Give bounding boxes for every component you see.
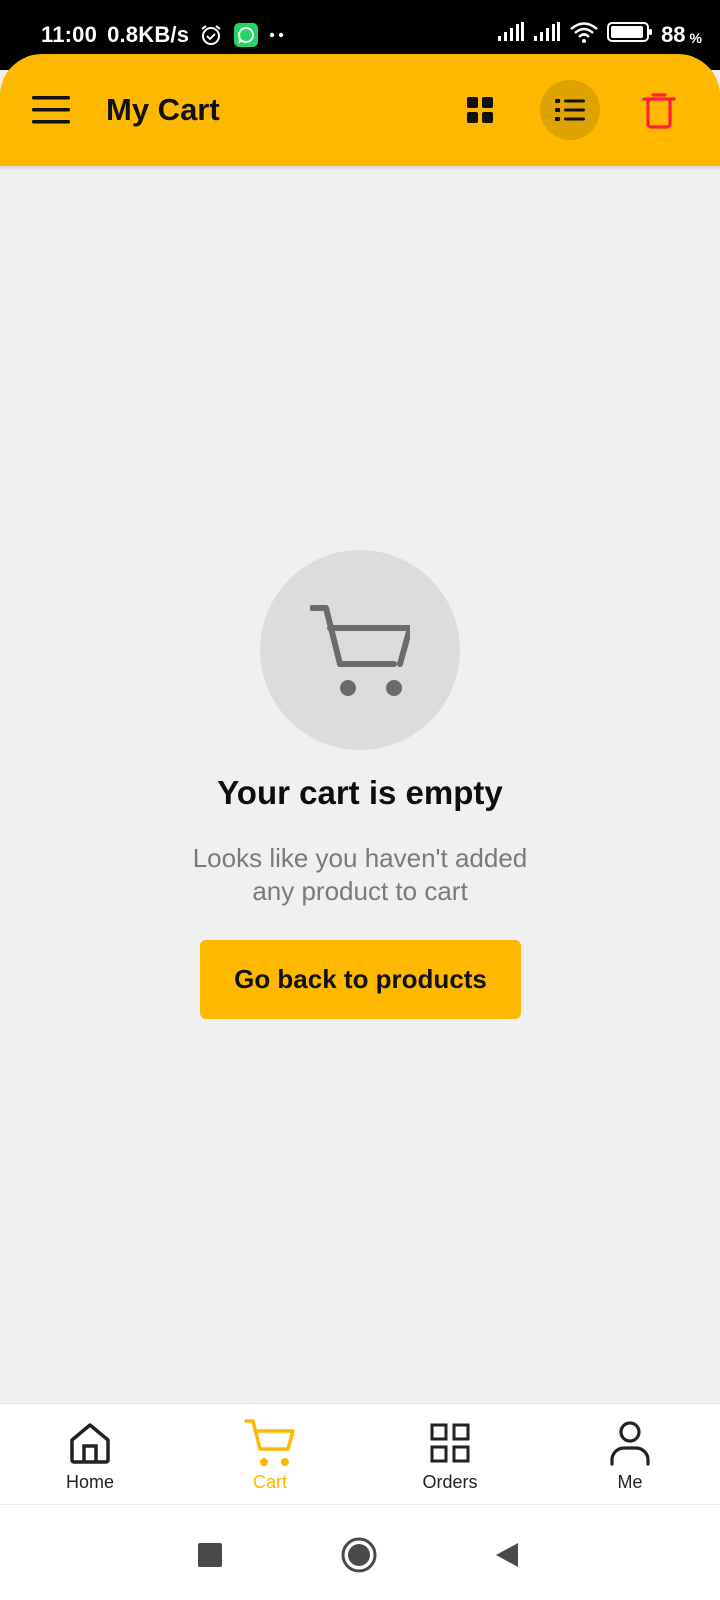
recents-icon: [198, 1543, 222, 1567]
empty-cart-subtitle-line2: any product to cart: [252, 876, 468, 906]
status-speed: 0.8KB/s: [107, 22, 190, 47]
person-icon: [610, 1421, 650, 1466]
system-home-button[interactable]: [339, 1535, 379, 1575]
shopping-cart-icon: [310, 605, 410, 696]
list-view-button[interactable]: [540, 80, 600, 140]
menu-icon: [32, 96, 70, 124]
cart-screen: 11:00 0.8KB/s 88 % My Cart Your cart is …: [0, 0, 720, 1600]
empty-cart-subtitle-line1: Looks like you haven't added: [192, 843, 528, 873]
status-right: 88 %: [497, 20, 702, 50]
system-back-button[interactable]: [487, 1535, 527, 1575]
battery-percent-suffix: %: [689, 30, 702, 46]
nav-label-orders: Orders: [422, 1472, 478, 1492]
whatsapp-icon: [233, 22, 259, 48]
clear-cart-button[interactable]: [637, 88, 681, 132]
nav-item-orders[interactable]: Orders: [390, 1416, 510, 1496]
cart-icon: [244, 1419, 295, 1466]
grid-view-button[interactable]: [458, 90, 502, 130]
battery-icon: [607, 21, 653, 49]
nav-label-home: Home: [65, 1472, 114, 1492]
signal-icon: [497, 22, 525, 48]
home-icon: [70, 1423, 110, 1464]
empty-cart-title: Your cart is empty: [217, 774, 503, 811]
empty-cart-subtitle: Looks like you haven't added any product…: [160, 842, 560, 908]
nav-item-me[interactable]: Me: [570, 1416, 690, 1496]
nav-item-cart[interactable]: Cart: [210, 1416, 330, 1496]
status-time: 11:00: [41, 22, 98, 47]
go-back-to-products-button[interactable]: Go back to products: [200, 940, 521, 1019]
grid-view-icon: [467, 97, 493, 123]
app-bar: My Cart: [0, 54, 720, 166]
system-navigation-bar: [0, 1504, 720, 1600]
signal-icon: [533, 22, 561, 48]
empty-cart-illustration: [260, 550, 460, 750]
trash-icon: [642, 93, 676, 129]
home-circle-icon: [341, 1537, 377, 1573]
back-icon: [496, 1543, 518, 1567]
recents-button[interactable]: [190, 1535, 230, 1575]
orders-grid-icon: [430, 1423, 470, 1463]
more-notifications-icon: [269, 30, 285, 40]
nav-label-cart: Cart: [252, 1472, 287, 1492]
status-left: 11:00 0.8KB/s: [41, 20, 285, 50]
wifi-icon: [569, 21, 599, 49]
alarm-icon: [199, 23, 223, 47]
nav-item-home[interactable]: Home: [30, 1416, 150, 1496]
page-title: My Cart: [106, 92, 220, 127]
nav-label-me: Me: [617, 1472, 643, 1492]
bottom-navigation: Home Cart Orders Me: [0, 1403, 720, 1504]
battery-percent: 88: [661, 22, 686, 47]
list-view-icon: [555, 99, 585, 121]
menu-button[interactable]: [30, 90, 74, 130]
